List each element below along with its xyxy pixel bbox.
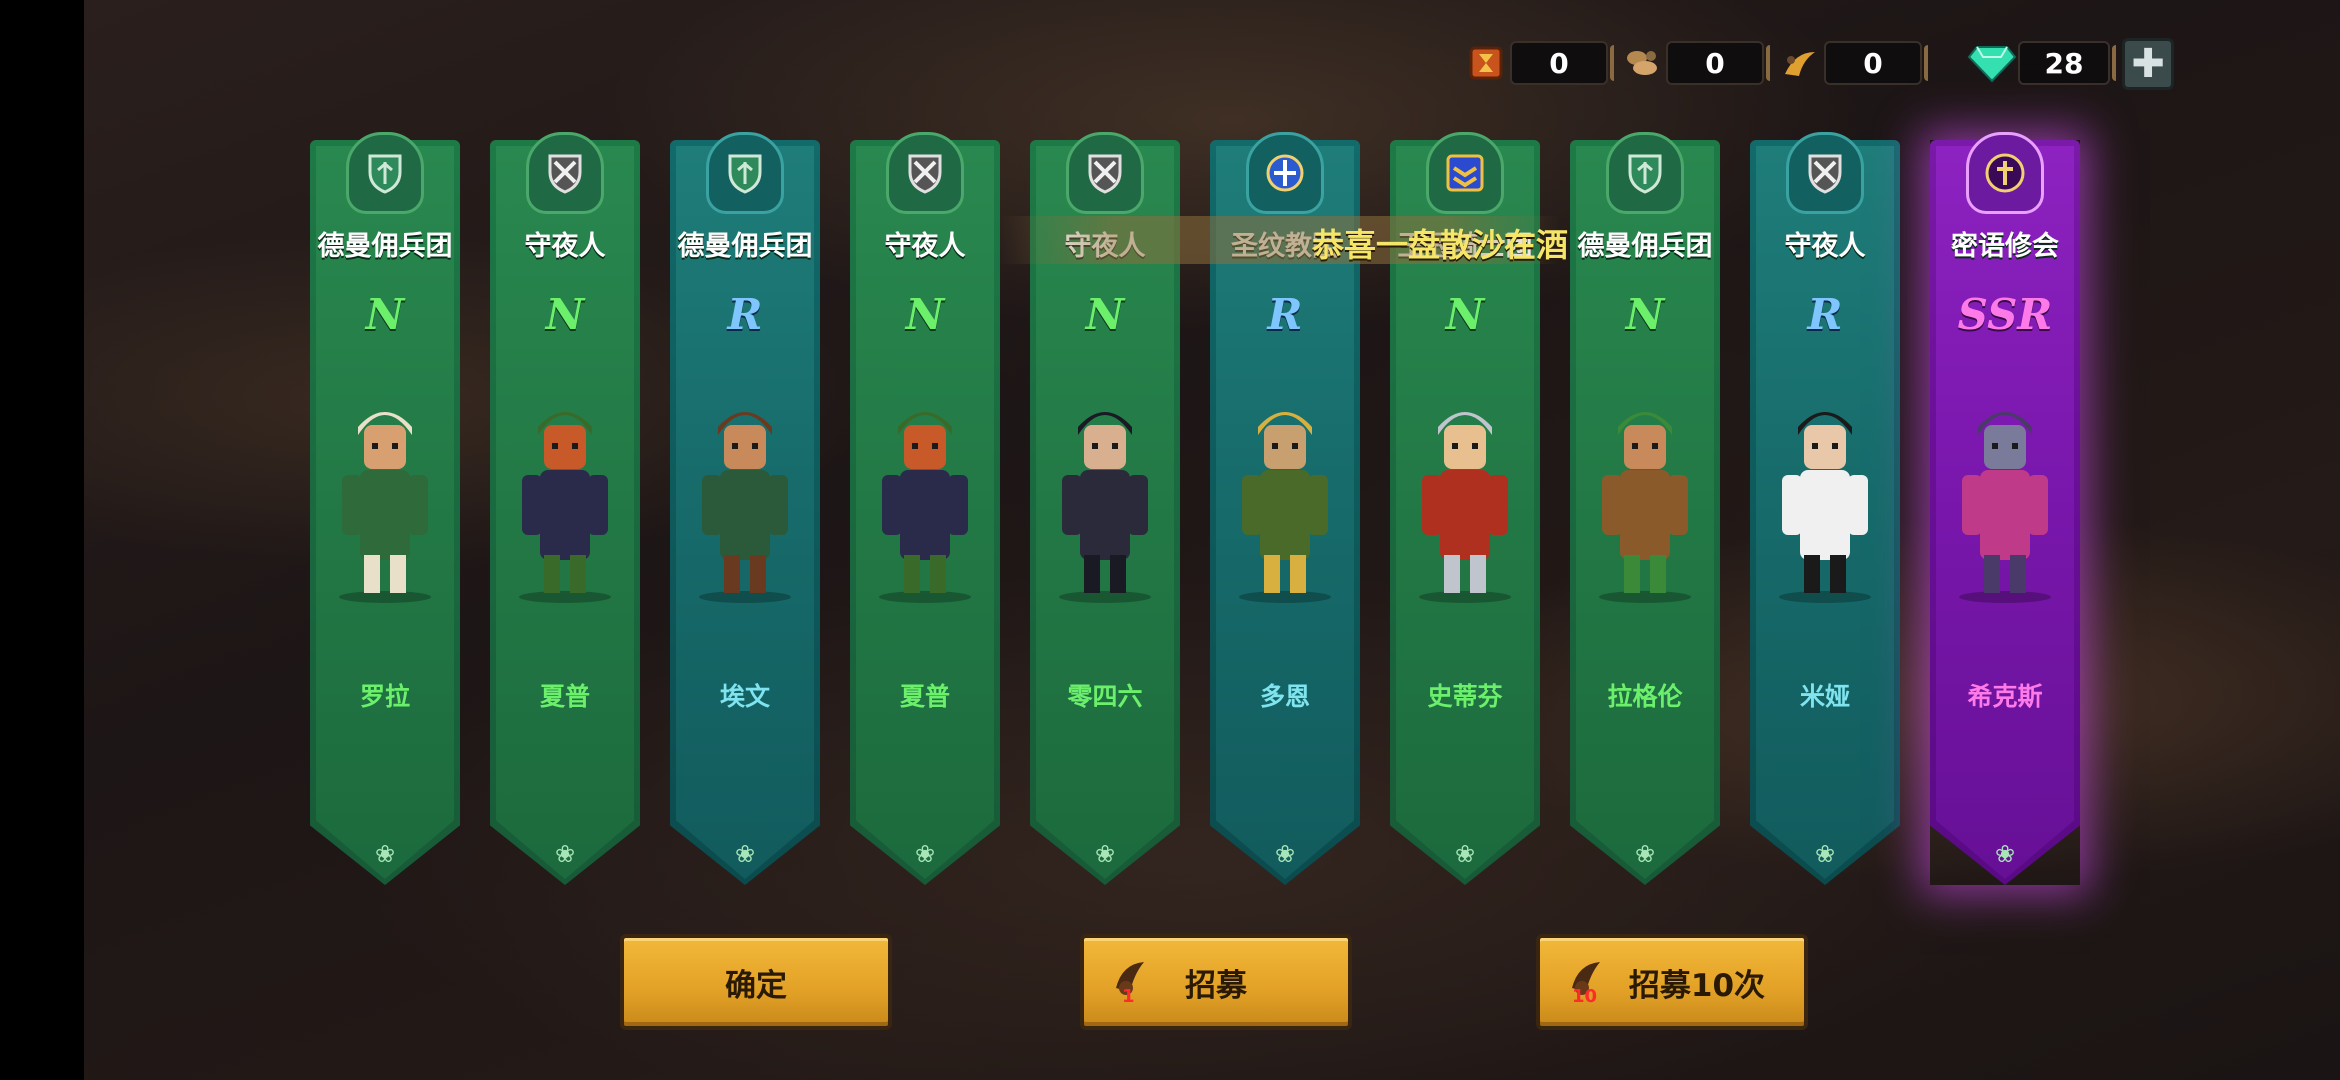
- faction-label: 守夜人: [1784, 231, 1866, 262]
- rarity-badge: N: [905, 290, 945, 339]
- resource-horn: 0: [1780, 38, 1938, 88]
- crossed-swords-icon: [1066, 132, 1144, 214]
- recruit-ten-button-label: 招募10次: [1628, 967, 1766, 1004]
- hero-portrait: [680, 375, 810, 605]
- resource-wood: 0: [1622, 38, 1780, 88]
- rarity-badge: R: [1267, 290, 1303, 339]
- hero-card[interactable]: 守夜人 R 米娅 ❀: [1750, 132, 1900, 885]
- resource-diamond: 28: [1966, 38, 2126, 88]
- hourglass-token-icon: [1466, 43, 1506, 83]
- add-diamond-button[interactable]: ✚: [2122, 38, 2174, 90]
- hero-card[interactable]: 密语修会 SSR 希克斯 ❀: [1930, 132, 2080, 885]
- recruit-horn-icon: 1: [1110, 954, 1150, 1007]
- crossed-swords-icon: [886, 132, 964, 214]
- hero-card[interactable]: 守夜人 N 夏普 ❀: [490, 132, 640, 885]
- crossed-swords-icon: [526, 132, 604, 214]
- swirl-ornament-icon: ❀: [1994, 840, 2016, 868]
- announcement-text: 恭喜一盘散沙在酒: [1312, 226, 1569, 264]
- recruit-button[interactable]: 1 招募: [1080, 934, 1352, 1030]
- rarity-badge: SSR: [1957, 290, 2053, 339]
- hero-portrait: [1220, 375, 1350, 605]
- faction-label: 德曼佣兵团: [1577, 231, 1713, 262]
- hero-portrait: [1580, 375, 1710, 605]
- resource-value: 28: [2018, 41, 2110, 85]
- confirm-button-label: 确定: [725, 967, 787, 1004]
- hero-card[interactable]: 守夜人 N 夏普 ❀: [850, 132, 1000, 885]
- recruit-ten-count-badge: 10: [1572, 986, 1598, 1007]
- swirl-ornament-icon: ❀: [1274, 840, 1296, 868]
- hero-portrait: [1940, 375, 2070, 605]
- swirl-ornament-icon: ❀: [734, 840, 756, 868]
- hero-portrait: [320, 375, 450, 605]
- recruit-button-label: 招募: [1185, 967, 1247, 1004]
- hero-name: 多恩: [1259, 682, 1310, 711]
- recruit-count-badge: 1: [1122, 986, 1135, 1007]
- swirl-ornament-icon: ❀: [554, 840, 576, 868]
- faction-label: 守夜人: [524, 231, 606, 262]
- confirm-button[interactable]: 确定: [620, 934, 892, 1030]
- recruit-ten-horn-icon: 10: [1566, 954, 1606, 1007]
- wood-material-icon: [1622, 43, 1662, 83]
- hero-card[interactable]: 德曼佣兵团 R 埃文 ❀: [670, 132, 820, 885]
- hero-portrait: [1400, 375, 1530, 605]
- recruit-ten-button[interactable]: 10 招募10次: [1536, 934, 1808, 1030]
- faction-label: 德曼佣兵团: [317, 231, 453, 262]
- rarity-badge: N: [1625, 290, 1665, 339]
- horn-material-icon: [1780, 43, 1820, 83]
- hero-portrait: [500, 375, 630, 605]
- swirl-ornament-icon: ❀: [1454, 840, 1476, 868]
- resource-value: 0: [1510, 41, 1608, 85]
- hero-name: 埃文: [719, 682, 770, 711]
- rarity-badge: R: [727, 290, 763, 339]
- swirl-ornament-icon: ❀: [1814, 840, 1836, 868]
- swirl-ornament-icon: ❀: [374, 840, 396, 868]
- faction-label: 密语修会: [1951, 231, 2059, 262]
- resource-value: 0: [1666, 41, 1764, 85]
- faction-label: 德曼佣兵团: [677, 231, 813, 262]
- faction-label: 守夜人: [884, 231, 966, 262]
- hero-name: 史蒂芬: [1427, 682, 1503, 711]
- crossed-swords-icon: [1786, 132, 1864, 214]
- shield-leaf-icon: [706, 132, 784, 214]
- rarity-badge: R: [1807, 290, 1843, 339]
- hero-name: 夏普: [539, 682, 590, 711]
- holy-crest-icon: [1246, 132, 1324, 214]
- hero-portrait: [1760, 375, 1890, 605]
- hero-name: 零四六: [1067, 682, 1143, 711]
- hero-card[interactable]: 德曼佣兵团 N 拉格伦 ❀: [1570, 132, 1720, 885]
- rarity-badge: N: [545, 290, 585, 339]
- hero-portrait: [860, 375, 990, 605]
- cross-shield-icon: [1966, 132, 2044, 214]
- diamond-gem-icon: [1966, 43, 2018, 83]
- hero-name: 米娅: [1799, 682, 1850, 711]
- resource-hourglass: 0: [1466, 38, 1624, 88]
- swirl-ornament-icon: ❀: [914, 840, 936, 868]
- resource-value: 0: [1824, 41, 1922, 85]
- hero-name: 罗拉: [359, 682, 410, 711]
- shield-leaf-icon: [1606, 132, 1684, 214]
- hero-card[interactable]: 德曼佣兵团 N 罗拉 ❀: [310, 132, 460, 885]
- shield-leaf-icon: [346, 132, 424, 214]
- swirl-ornament-icon: ❀: [1634, 840, 1656, 868]
- rarity-badge: N: [1085, 290, 1125, 339]
- rarity-badge: N: [365, 290, 405, 339]
- chevron-rank-icon: [1426, 132, 1504, 214]
- hero-name: 希克斯: [1967, 682, 2043, 711]
- hero-portrait: [1040, 375, 1170, 605]
- hero-name: 拉格伦: [1607, 682, 1683, 711]
- rarity-badge: N: [1445, 290, 1485, 339]
- swirl-ornament-icon: ❀: [1094, 840, 1116, 868]
- hero-name: 夏普: [899, 682, 950, 711]
